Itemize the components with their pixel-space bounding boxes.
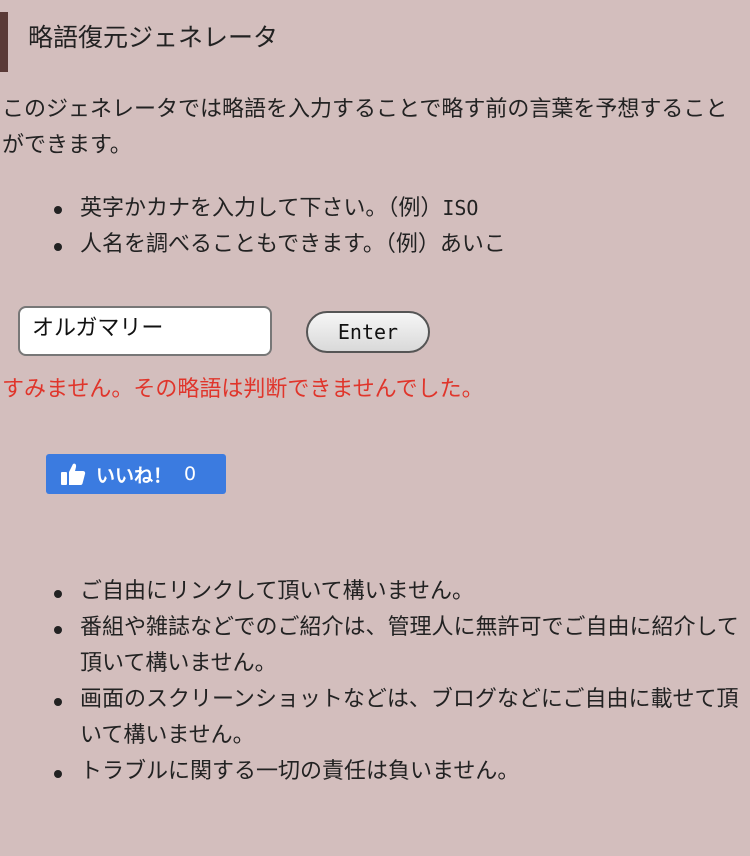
thumbs-up-icon [61, 463, 86, 485]
list-item: 番組や雑誌などでのご紹介は、管理人に無許可でご自由に紹介して頂いて構いません。 [52, 610, 742, 682]
title-accent-bar [0, 12, 8, 72]
list-item: 英字かカナを入力して下さい。（例）ISO [52, 190, 742, 227]
list-item: 人名を調べることもできます。（例）あいこ [52, 227, 742, 263]
title-bar: 略語復元ジェネレータ [0, 12, 750, 72]
example-text: 英字かカナを入力して下さい。（例） [80, 196, 443, 221]
notes-list: ご自由にリンクして頂いて構いません。 番組や雑誌などでのご紹介は、管理人に無許可… [52, 574, 742, 790]
example-list: 英字かカナを入力して下さい。（例）ISO 人名を調べることもできます。（例）あい… [52, 190, 742, 263]
error-message: すみません。その略語は判断できませんでした。 [2, 377, 484, 402]
list-item: トラブルに関する一切の責任は負いません。 [52, 754, 742, 790]
intro-text: このジェネレータでは略語を入力することで略す前の言葉を予想することができます。 [2, 97, 728, 158]
page-title: 略語復元ジェネレータ [28, 23, 279, 52]
list-item: 画面のスクリーンショットなどは、ブログなどにご自由に載せて頂いて構いません。 [52, 682, 742, 754]
example-text: 人名を調べることもできます。（例）あいこ [80, 232, 506, 257]
abbreviation-input[interactable] [18, 306, 272, 356]
like-label: いいね！ [96, 464, 173, 487]
enter-button[interactable]: Enter [306, 311, 430, 353]
list-item: ご自由にリンクして頂いて構いません。 [52, 574, 742, 610]
like-button[interactable]: いいね！ 0 [46, 454, 226, 494]
example-code: ISO [442, 196, 479, 220]
like-count: 0 [184, 463, 197, 485]
